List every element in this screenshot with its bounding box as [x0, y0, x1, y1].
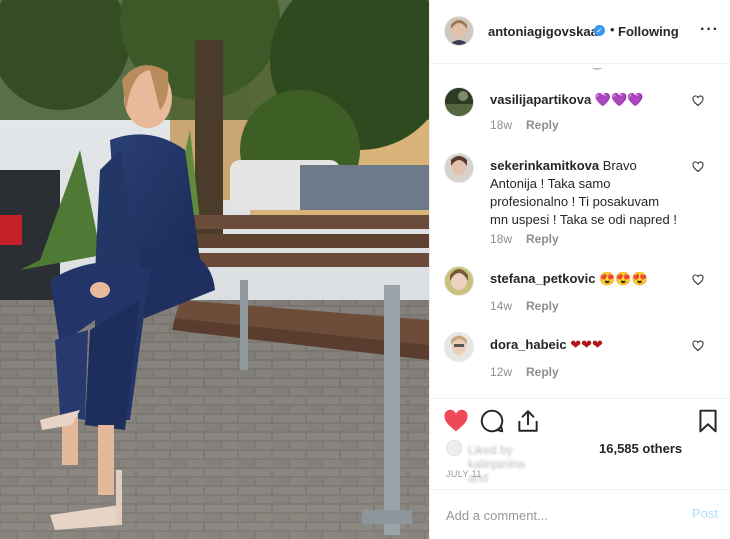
- post-date[interactable]: JULY 11: [446, 469, 482, 479]
- likes-count[interactable]: 16,585 others: [599, 441, 682, 456]
- comment-username[interactable]: stefana_petkovic: [490, 271, 596, 286]
- commenter-avatar[interactable]: [444, 332, 474, 362]
- comment-text-block: sekerinkamitkova Bravo Antonija ! Taka s…: [490, 157, 680, 229]
- post-actions: Liked by kalinjanina and 16,585 others J…: [430, 398, 730, 496]
- comment-meta: 18w Reply: [490, 118, 559, 132]
- comment-meta: 12w Reply: [490, 365, 559, 379]
- comment-age[interactable]: 18w: [490, 232, 512, 246]
- commenter-avatar-image: [445, 333, 473, 361]
- commenter-avatar-image: [445, 88, 473, 116]
- heart-filled-icon[interactable]: [443, 408, 469, 434]
- comment-username[interactable]: sekerinkamitkova: [490, 158, 599, 173]
- reply-button[interactable]: Reply: [526, 299, 559, 313]
- comment-meta: 14w Reply: [490, 299, 559, 313]
- comment-like-heart-icon[interactable]: [692, 95, 704, 107]
- author-username[interactable]: antoniagigovskaa: [488, 24, 598, 39]
- reply-button[interactable]: Reply: [526, 118, 559, 132]
- following-button[interactable]: Following: [618, 24, 679, 39]
- comment-like-heart-icon[interactable]: [692, 274, 704, 286]
- comment-body: 💜💜💜: [594, 92, 644, 107]
- liker-avatar[interactable]: [446, 440, 462, 456]
- bookmark-icon[interactable]: [695, 408, 721, 434]
- comment-age[interactable]: 12w: [490, 365, 512, 379]
- post-side-panel: antoniagigovskaa ✓ • Following ··· ‿ vas…: [429, 0, 730, 539]
- reply-button[interactable]: Reply: [526, 365, 559, 379]
- likes-count-text: 16,585 others: [599, 441, 683, 456]
- add-comment-bar: Post: [430, 489, 730, 539]
- post-photo[interactable]: [0, 0, 429, 539]
- comment-text-block: dora_habeic ❤❤❤: [490, 336, 680, 354]
- post-header: antoniagigovskaa ✓ • Following ···: [430, 0, 730, 64]
- photo-illustration: [0, 0, 429, 539]
- author-avatar[interactable]: [444, 16, 474, 46]
- comment-age[interactable]: 14w: [490, 299, 512, 313]
- commenter-avatar-image: [445, 154, 473, 182]
- commenter-avatar-image: [445, 267, 473, 295]
- verified-badge-icon: ✓: [594, 25, 605, 36]
- comment-username[interactable]: dora_habeic: [490, 337, 567, 352]
- comment-text-block: stefana_petkovic 😍😍😍: [490, 270, 680, 288]
- header-dot-separator: •: [610, 22, 615, 37]
- comments-list[interactable]: ‿ vasilijapartikova 💜💜💜 18w Reply sekeri…: [430, 64, 730, 398]
- comment-like-heart-icon[interactable]: [692, 340, 704, 352]
- author-avatar-image: [445, 17, 473, 45]
- commenter-avatar[interactable]: [444, 87, 474, 117]
- comment-body: ❤❤❤: [570, 337, 603, 352]
- comment-age[interactable]: 18w: [490, 118, 512, 132]
- comment-like-heart-icon[interactable]: [692, 161, 704, 173]
- comment-username[interactable]: vasilijapartikova: [490, 92, 591, 107]
- ellipsis-icon[interactable]: ···: [700, 20, 720, 40]
- comment-body: 😍😍😍: [599, 271, 648, 286]
- comment-meta: 18w Reply: [490, 232, 559, 246]
- post-comment-button[interactable]: Post: [692, 506, 718, 521]
- add-comment-input[interactable]: [444, 504, 668, 526]
- share-icon[interactable]: [515, 408, 541, 434]
- commenter-avatar[interactable]: [444, 153, 474, 183]
- reply-button[interactable]: Reply: [526, 232, 559, 246]
- comment-text-block: vasilijapartikova 💜💜💜: [490, 91, 680, 109]
- instagram-post-modal: antoniagigovskaa ✓ • Following ··· ‿ vas…: [0, 0, 730, 539]
- comment-icon[interactable]: [479, 408, 505, 434]
- truncated-reply-link: ‿: [593, 64, 602, 70]
- commenter-avatar[interactable]: [444, 266, 474, 296]
